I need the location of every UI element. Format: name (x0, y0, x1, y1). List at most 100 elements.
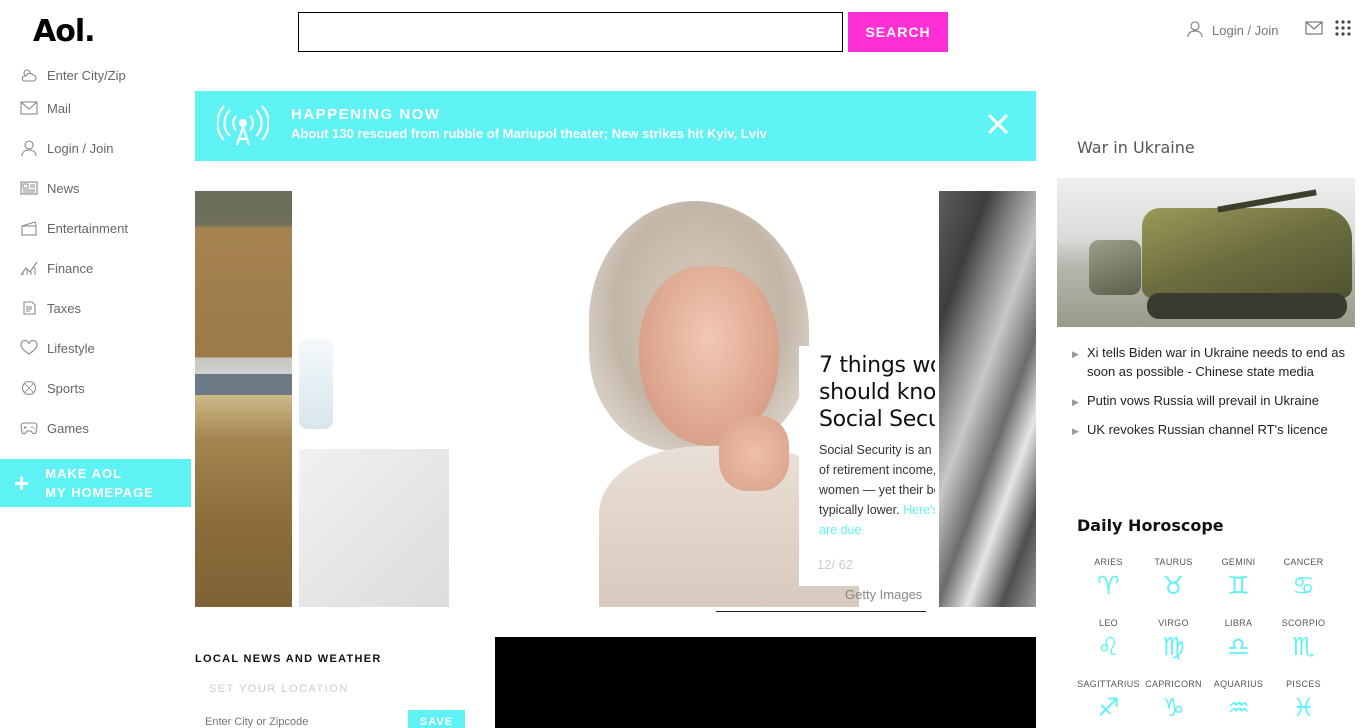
tank (1142, 208, 1352, 298)
sidebar-item-label: Entertainment (47, 220, 128, 236)
happening-now-banner[interactable]: HAPPENING NOW About 130 rescued from rub… (195, 91, 1036, 161)
sign-libra[interactable]: LIBRA ♎ (1206, 618, 1271, 671)
sidebar-item-label: Sports (47, 380, 85, 396)
previous-slide-image[interactable] (195, 191, 292, 607)
clapper-icon (19, 218, 39, 238)
sign-name: SAGITTARIUS (1077, 679, 1140, 689)
list-item[interactable]: ▶ Xi tells Biden war in Ukraine needs to … (1072, 343, 1352, 381)
sidebar-item-entertainment[interactable]: Entertainment (0, 208, 191, 248)
sign-name: VIRGO (1158, 618, 1189, 628)
sign-leo[interactable]: LEO ♌ (1076, 618, 1141, 671)
save-location-button[interactable]: SAVE (408, 710, 465, 728)
war-in-ukraine-title[interactable]: War in Ukraine (1077, 138, 1195, 157)
sidebar-item-mail[interactable]: Mail (0, 88, 191, 128)
next-slide-image[interactable] (939, 191, 1036, 607)
sign-name: PISCES (1286, 679, 1321, 689)
top-login-label: Login / Join (1212, 23, 1279, 38)
sign-sagittarius[interactable]: SAGITTARIUS ♐ (1076, 679, 1141, 728)
divider (716, 611, 926, 612)
sidebar-item-label: Login / Join (47, 140, 114, 156)
sign-name: LEO (1099, 618, 1118, 628)
local-news-title: LOCAL NEWS AND WEATHER (195, 653, 382, 665)
sidebar-item-label: Mail (47, 100, 71, 116)
list-item[interactable]: ▶ Putin vows Russia will prevail in Ukrai… (1072, 391, 1352, 410)
gemini-icon: ♊ (1227, 571, 1250, 600)
sign-gemini[interactable]: GEMINI ♊ (1206, 557, 1271, 610)
user-icon (19, 138, 39, 158)
sign-name: ARIES (1094, 557, 1123, 567)
banner-kicker: HAPPENING NOW (291, 106, 441, 123)
sidebar-item-news[interactable]: News (0, 168, 191, 208)
gamepad-icon (19, 418, 39, 438)
capricorn-icon: ♑ (1162, 693, 1185, 722)
pisces-icon: ♓ (1292, 693, 1315, 722)
sidebar-nav: Enter City/Zip Mail Login / Join News En… (0, 62, 191, 448)
sign-virgo[interactable]: VIRGO ♍ (1141, 618, 1206, 671)
plus-icon: + (14, 468, 30, 498)
sign-capricorn[interactable]: CAPRICORN ♑ (1141, 679, 1206, 728)
sign-name: GEMINI (1221, 557, 1256, 567)
triangle-bullet-icon: ▶ (1072, 397, 1079, 407)
sign-name: AQUARIUS (1213, 679, 1264, 689)
sidebar-item-label: Games (47, 420, 89, 436)
search-input[interactable] (298, 12, 843, 52)
sign-name: CANCER (1283, 557, 1324, 567)
location-input[interactable] (205, 712, 405, 728)
scorpio-icon: ♏ (1292, 632, 1315, 661)
slide-description: Social Security is an important source o… (819, 440, 935, 540)
slide-caption: 7 things women should know about Social … (799, 346, 935, 586)
sign-aries[interactable]: ARIES ♈ (1076, 557, 1141, 610)
mail-icon (19, 98, 39, 118)
triangle-bullet-icon: ▶ (1072, 349, 1079, 359)
sidebar-item-sports[interactable]: Sports (0, 368, 191, 408)
apps-grid-icon[interactable] (1334, 19, 1352, 42)
sign-name: TAURUS (1154, 557, 1193, 567)
close-icon[interactable] (986, 112, 1010, 141)
carousel-slide-image[interactable]: 7 things women should know about Social … (299, 191, 935, 607)
sign-taurus[interactable]: TAURUS ♉ (1141, 557, 1206, 610)
sports-icon (19, 378, 39, 398)
sidebar-item-finance[interactable]: Finance (0, 248, 191, 288)
background-tank (1089, 240, 1141, 295)
video-player[interactable] (495, 637, 1036, 728)
make-homepage-line1: MAKE AOL (45, 466, 123, 481)
sign-cancer[interactable]: CANCER ♋ (1271, 557, 1336, 610)
paper-image-detail (299, 449, 449, 607)
sidebar-item-label: Finance (47, 260, 94, 276)
finance-icon (19, 258, 39, 278)
war-link-text: UK revokes Russian channel RT's licence (1087, 422, 1328, 437)
leo-icon: ♌ (1097, 632, 1120, 661)
sign-name: CAPRICORN (1145, 679, 1202, 689)
sidebar-item-label: Lifestyle (47, 340, 95, 356)
make-aol-homepage-button[interactable]: + MAKE AOL MY HOMEPAGE (0, 459, 191, 507)
aol-logo[interactable]: Aol. (33, 14, 96, 49)
broadcast-icon (216, 105, 270, 152)
taurus-icon: ♉ (1162, 571, 1185, 600)
sidebar-item-login[interactable]: Login / Join (0, 128, 191, 168)
slide-counter: 12/ 62 (817, 557, 854, 572)
sign-name: LIBRA (1224, 618, 1253, 628)
search-button[interactable]: SEARCH (848, 12, 948, 52)
mail-icon[interactable] (1305, 20, 1323, 41)
war-link-text: Putin vows Russia will prevail in Ukrain… (1087, 393, 1319, 408)
triangle-bullet-icon: ▶ (1072, 426, 1079, 436)
sidebar-item-weather[interactable]: Enter City/Zip (0, 62, 191, 88)
sign-pisces[interactable]: PISCES ♓ (1271, 679, 1336, 728)
woman-hand (719, 416, 789, 491)
list-item[interactable]: ▶ UK revokes Russian channel RT's licence (1072, 420, 1352, 439)
banner-headline[interactable]: About 130 rescued from rubble of Mariupo… (291, 126, 767, 141)
sign-aquarius[interactable]: AQUARIUS ♒ (1206, 679, 1271, 728)
libra-icon: ♎ (1227, 632, 1250, 661)
user-icon (1186, 20, 1204, 41)
sign-scorpio[interactable]: SCORPIO ♏ (1271, 618, 1336, 671)
war-image[interactable] (1057, 178, 1355, 327)
sidebar-item-lifestyle[interactable]: Lifestyle (0, 328, 191, 368)
set-location-label: SET YOUR LOCATION (209, 683, 349, 695)
news-carousel: 7 things women should know about Social … (195, 191, 1036, 607)
sidebar-item-taxes[interactable]: Taxes (0, 288, 191, 328)
sidebar-item-games[interactable]: Games (0, 408, 191, 448)
top-login-link[interactable]: Login / Join (1186, 20, 1279, 41)
daily-horoscope-title: Daily Horoscope (1077, 516, 1224, 535)
slide-title[interactable]: 7 things women should know about Social … (819, 352, 935, 433)
make-homepage-line2: MY HOMEPAGE (45, 485, 154, 500)
